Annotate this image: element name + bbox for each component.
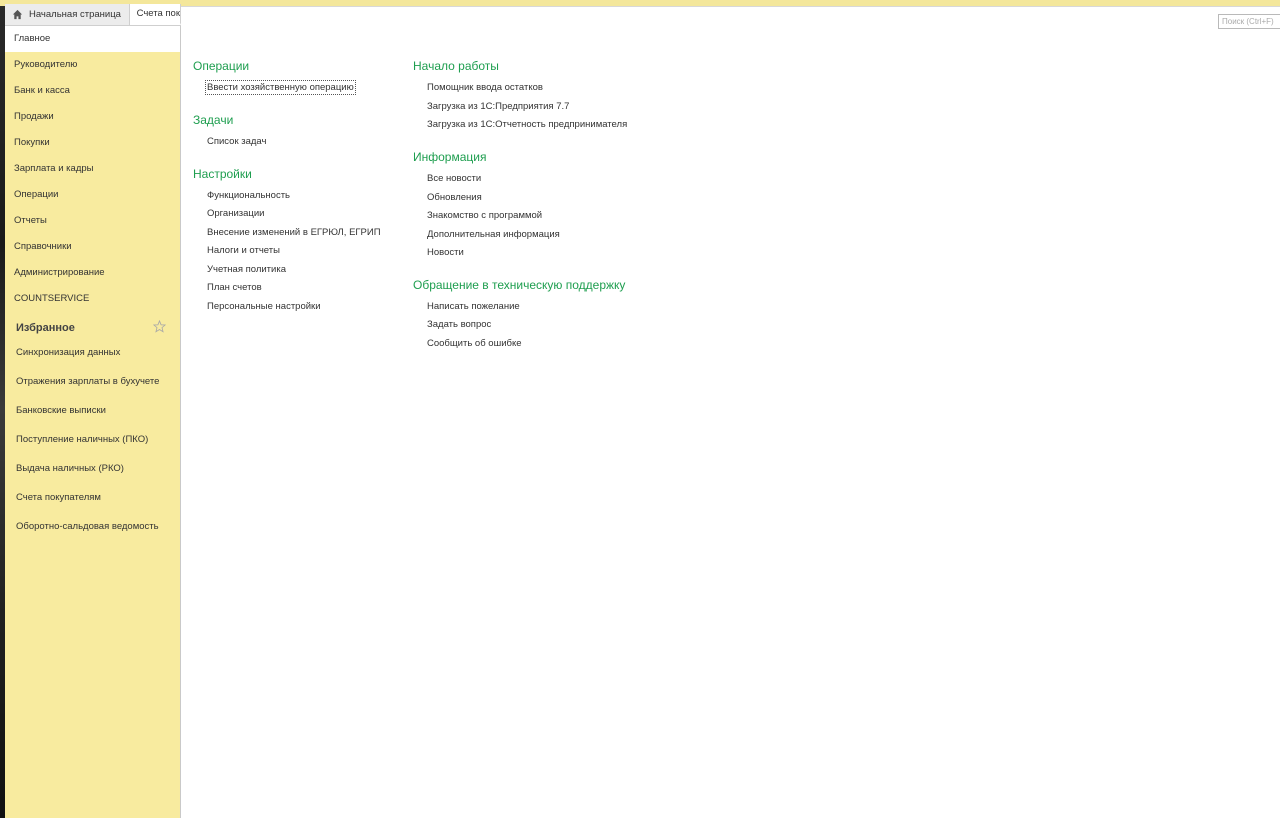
favorites-title: Избранное [16,322,75,334]
link-report-error[interactable]: Сообщить об ошибке [427,338,522,349]
sidebar-item-sales[interactable]: Продажи [5,104,180,130]
favorite-item[interactable]: Синхронизация данных [5,342,180,371]
section-title-tasks: Задачи [193,113,234,127]
tab-home-label: Начальная страница [29,9,121,20]
tab-buyer-invoices[interactable]: Счета пок [129,4,181,25]
sidebar-item-catalogs[interactable]: Справочники [5,234,180,260]
link-task-list[interactable]: Список задач [207,136,266,147]
link-chart-of-accounts[interactable]: План счетов [207,282,262,293]
sidebar-item-bank-cash[interactable]: Банк и касса [5,78,180,104]
link-news[interactable]: Новости [427,247,464,258]
link-taxes-reports[interactable]: Налоги и отчеты [207,245,280,256]
favorites-header: Избранное [5,312,180,342]
link-all-news[interactable]: Все новости [427,173,481,184]
sidebar-item-reports[interactable]: Отчеты [5,208,180,234]
sidebar-item-payroll[interactable]: Зарплата и кадры [5,156,180,182]
sidebar-item-purchases[interactable]: Покупки [5,130,180,156]
link-opening-balances-assistant[interactable]: Помощник ввода остатков [427,82,543,93]
favorite-item[interactable]: Выдача наличных (РКО) [5,458,180,487]
sidebar-item-operations[interactable]: Операции [5,182,180,208]
link-organizations[interactable]: Организации [207,208,264,219]
section-title-operations: Операции [193,59,250,73]
link-additional-info[interactable]: Дополнительная информация [427,229,560,240]
tab-buyer-invoices-label: Счета пок [136,8,180,19]
link-updates[interactable]: Обновления [427,192,482,203]
favorite-item[interactable]: Счета покупателям [5,487,180,516]
section-title-support: Обращение в техническую поддержку [413,278,626,292]
link-import-1c-entrepreneur[interactable]: Загрузка из 1С:Отчетность предпринимател… [427,119,627,130]
favorite-item[interactable]: Отражения зарплаты в бухучете [5,371,180,400]
favorite-item[interactable]: Поступление наличных (ПКО) [5,429,180,458]
link-ask-question[interactable]: Задать вопрос [427,319,491,330]
link-personal-settings[interactable]: Персональные настройки [207,301,321,312]
sidebar-item-director[interactable]: Руководителю [5,52,180,78]
favorite-item[interactable]: Оборотно-сальдовая ведомость [5,516,180,545]
sidebar: Главное Руководителю Банк и касса Продаж… [5,26,181,818]
link-accounting-policy[interactable]: Учетная политика [207,264,286,275]
link-functionality[interactable]: Функциональность [207,190,290,201]
home-icon [12,9,23,20]
link-write-suggestion[interactable]: Написать пожелание [427,301,520,312]
link-egrul-changes[interactable]: Внесение изменений в ЕГРЮЛ, ЕГРИП [207,227,381,238]
link-enter-business-operation[interactable]: Ввести хозяйственную операцию [205,80,356,95]
star-icon[interactable] [153,320,166,333]
favorite-item[interactable]: Банковские выписки [5,400,180,429]
sidebar-item-main[interactable]: Главное [5,26,180,52]
main-panel: Операции Ввести хозяйственную операцию З… [181,6,1280,818]
tab-home[interactable]: Начальная страница [5,4,130,25]
search-input[interactable] [1218,14,1280,29]
link-import-1c-77[interactable]: Загрузка из 1С:Предприятия 7.7 [427,101,569,112]
sidebar-item-countservice[interactable]: COUNTSERVICE [5,286,180,312]
sidebar-item-administration[interactable]: Администрирование [5,260,180,286]
section-title-settings: Настройки [193,167,252,181]
section-title-information: Информация [413,150,487,164]
section-title-getting-started: Начало работы [413,59,499,73]
link-program-intro[interactable]: Знакомство с программой [427,210,542,221]
tab-bar: Начальная страница Счета пок [5,4,181,26]
